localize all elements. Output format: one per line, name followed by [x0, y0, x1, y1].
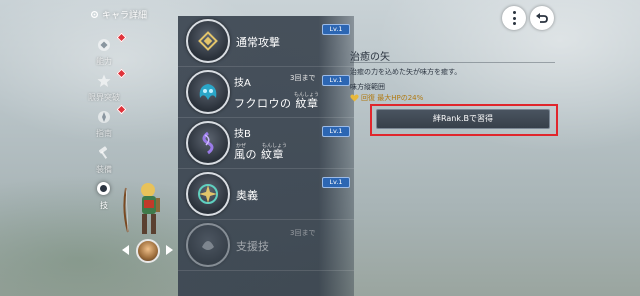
next-character-arrow-icon[interactable]: [166, 245, 173, 255]
skill-detail-effect-text: 回復 最大HPの24%: [361, 94, 424, 102]
side-item-label: 装備: [96, 165, 112, 174]
side-item-label: 限界突破: [88, 93, 120, 102]
skill-detail-description: 治癒の力を込めた矢が味方を癒す。: [350, 68, 462, 76]
skill-name: 風の 紋章: [234, 148, 284, 161]
level-badge: Lv.1: [322, 75, 350, 86]
gear-icon: [90, 10, 99, 19]
menu-button[interactable]: [502, 6, 526, 30]
owl-emblem-icon: [186, 70, 230, 114]
character-avatar[interactable]: [136, 239, 160, 263]
kebab-dot: [513, 22, 516, 25]
side-item-limit-break[interactable]: 限界突破: [84, 68, 127, 108]
side-item-guide[interactable]: 指南: [84, 104, 127, 144]
skill-use-limit: 3回まで: [290, 74, 316, 82]
kebab-dot: [513, 11, 516, 14]
back-arrow-icon: [536, 13, 548, 23]
skill-name: 通常攻撃: [236, 36, 280, 49]
skill-detail-title: 治癒の矢: [350, 52, 390, 63]
skill-row-support[interactable]: 支援技 3回まで: [178, 220, 354, 271]
gear-diamond-icon: [98, 39, 110, 51]
kebab-dot: [513, 16, 516, 20]
heart-icon: [350, 94, 359, 102]
skill-category: 技B: [234, 129, 251, 140]
hammer-icon: [98, 146, 108, 159]
level-badge: Lv.1: [322, 126, 350, 137]
level-badge: Lv.1: [322, 24, 350, 35]
character-sprite: [123, 183, 160, 234]
level-badge: Lv.1: [322, 177, 350, 188]
side-item-skill[interactable]: 技: [84, 176, 124, 216]
page-title: キャラ詳細: [90, 8, 147, 21]
compass-icon: [98, 111, 110, 123]
side-item-label: 指南: [96, 129, 112, 138]
divider: [350, 62, 555, 63]
star-icon: [97, 74, 111, 87]
side-item-ability[interactable]: 能力: [84, 32, 127, 72]
skill-category: 技A: [234, 78, 251, 89]
learn-skill-button[interactable]: 絆Rank.Bで習得: [376, 109, 550, 129]
skill-row-a[interactable]: 技A 3回まで もんしょう フクロウの 紋章 Lv.1: [178, 67, 354, 118]
skill-row-ougi[interactable]: 奥義 Lv.1: [178, 169, 354, 220]
back-button[interactable]: [530, 6, 554, 30]
page-title-label: キャラ詳細: [102, 11, 148, 21]
diamond-emblem-icon: [186, 19, 230, 63]
ougi-emblem-icon: [186, 172, 230, 216]
side-item-label: 能力: [96, 57, 112, 66]
skill-row-b[interactable]: 技B かぜ もんしょう 風の 紋章 Lv.1: [178, 118, 354, 169]
skill-name: 奥義: [236, 189, 258, 202]
support-emblem-icon: [186, 223, 230, 267]
wind-emblem-icon: [186, 121, 230, 165]
skill-use-limit: 3回まで: [290, 229, 316, 237]
skill-detail-effect: 回復 最大HPの24%: [350, 93, 423, 103]
skill-detail-range: 味方縦範囲: [350, 83, 385, 91]
skill-name: フクロウの 紋章: [234, 97, 319, 110]
skill-row-normal-attack[interactable]: 通常攻撃 Lv.1: [178, 16, 354, 67]
prev-character-arrow-icon[interactable]: [122, 245, 129, 255]
side-item-equipment[interactable]: 装備: [84, 140, 124, 180]
skill-circle-icon: [97, 182, 110, 195]
skill-list-panel: 通常攻撃 Lv.1 技A 3回まで もんしょう フクロウの 紋章 Lv.1 技B…: [178, 16, 354, 296]
skill-name: 支援技: [236, 240, 269, 253]
side-item-label: 技: [100, 201, 108, 210]
